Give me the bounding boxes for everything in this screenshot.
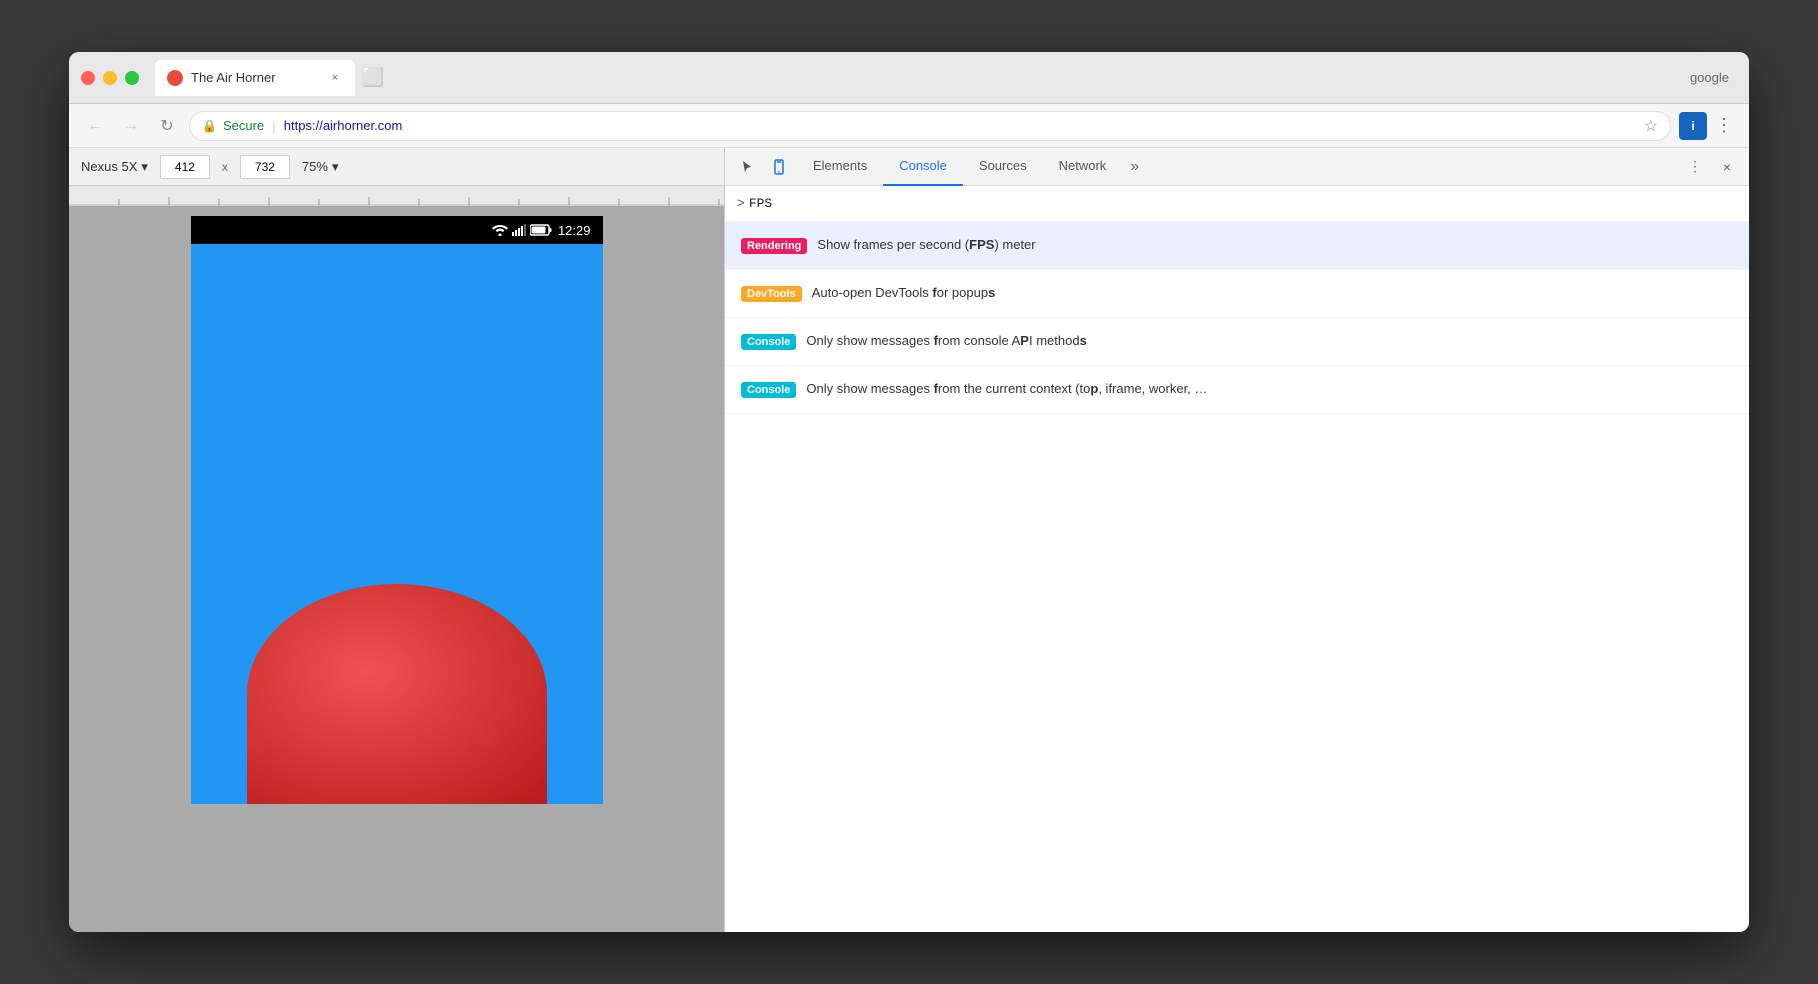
console-input-bar: > FPS [725, 186, 1749, 222]
tab-sources-label: Sources [979, 158, 1027, 173]
mobile-screen: 12:29 [69, 206, 724, 932]
tab-bar: The Air Horner × ⬜ [155, 60, 1690, 96]
tab-elements-label: Elements [813, 158, 867, 173]
tab-network-label: Network [1059, 158, 1107, 173]
tab-network[interactable]: Network [1043, 148, 1123, 186]
device-chevron-icon: ▾ [141, 159, 148, 175]
minimize-button[interactable] [103, 71, 117, 85]
airhorn-button[interactable] [247, 584, 547, 804]
devtools-badge: DevTools [741, 286, 802, 302]
forward-button[interactable]: → [117, 112, 145, 140]
autocomplete-item-text: Show frames per second (FPS) meter [817, 236, 1035, 254]
new-tab-button[interactable]: ⬜ [359, 64, 387, 92]
phone-status-bar: 12:29 [191, 216, 603, 244]
back-icon: ← [87, 117, 103, 135]
extension-label: i [1691, 119, 1694, 133]
height-input[interactable] [240, 155, 290, 179]
browser-viewport: Nexus 5X ▾ x 75% ▾ [69, 148, 724, 932]
devtools-dots-icon: ⋮ [1688, 158, 1702, 175]
devtools-close-icon: × [1723, 159, 1731, 175]
phone-frame: 12:29 [191, 216, 603, 804]
console-prompt: > [737, 196, 745, 211]
status-time: 12:29 [558, 223, 591, 238]
title-bar: The Air Horner × ⬜ google [69, 52, 1749, 104]
tab-console[interactable]: Console [883, 148, 963, 186]
devtools-menu-button[interactable]: ⋮ [1681, 153, 1709, 181]
wifi-icon [492, 224, 508, 236]
active-tab[interactable]: The Air Horner × [155, 60, 355, 96]
device-toolbar: Nexus 5X ▾ x 75% ▾ [69, 148, 724, 186]
autocomplete-item[interactable]: Console Only show messages from console … [725, 318, 1749, 366]
devtools-tabs: Elements Console Sources Network » [797, 148, 1677, 186]
zoom-value: 75% [302, 159, 328, 174]
cursor-icon [739, 159, 755, 175]
device-name: Nexus 5X [81, 159, 137, 174]
zoom-chevron-icon: ▾ [332, 159, 339, 175]
console-input[interactable]: FPS [749, 196, 1737, 211]
autocomplete-item-text: Only show messages from console API meth… [806, 332, 1086, 350]
console-area: > FPS Rendering Show frames per second (… [725, 186, 1749, 932]
device-emulation-button[interactable] [765, 153, 793, 181]
device-selector[interactable]: Nexus 5X ▾ [81, 159, 148, 175]
autocomplete-item[interactable]: DevTools Auto-open DevTools for popups [725, 270, 1749, 318]
traffic-lights [81, 71, 139, 85]
autocomplete-item-text: Only show messages from the current cont… [806, 380, 1207, 398]
status-icons [492, 224, 552, 236]
secure-label: Secure [223, 118, 264, 133]
menu-button[interactable]: ⋮ [1711, 111, 1737, 140]
inspect-element-button[interactable] [733, 153, 761, 181]
zoom-selector[interactable]: 75% ▾ [302, 159, 339, 175]
devtools-close-button[interactable]: × [1713, 153, 1741, 181]
browser-window: The Air Horner × ⬜ google ← → ↻ 🔒 Secure… [69, 52, 1749, 932]
ruler [69, 186, 724, 206]
close-button[interactable] [81, 71, 95, 85]
autocomplete-list: Rendering Show frames per second (FPS) m… [725, 222, 1749, 932]
tab-elements[interactable]: Elements [797, 148, 883, 186]
more-tabs-button[interactable]: » [1122, 158, 1147, 176]
bookmark-icon[interactable]: ☆ [1644, 116, 1658, 136]
more-tabs-icon: » [1130, 158, 1139, 175]
tab-favicon [167, 70, 183, 86]
nav-right-icons: i ⋮ [1679, 111, 1737, 140]
tab-sources[interactable]: Sources [963, 148, 1043, 186]
menu-dots-icon: ⋮ [1715, 115, 1733, 135]
devtools-actions: ⋮ × [1681, 153, 1741, 181]
battery-icon [530, 224, 552, 236]
new-tab-icon: ⬜ [362, 67, 384, 88]
extension-icon[interactable]: i [1679, 112, 1707, 140]
devtools-panel: Elements Console Sources Network » [724, 148, 1749, 932]
ruler-ticks [69, 186, 724, 205]
refresh-icon: ↻ [160, 116, 173, 136]
autocomplete-item-text: Auto-open DevTools for popups [812, 284, 996, 302]
lock-icon: 🔒 [202, 119, 217, 133]
url-text: https://airhorner.com [284, 118, 403, 133]
url-separator: | [272, 118, 276, 134]
tab-console-label: Console [899, 158, 947, 173]
address-bar[interactable]: 🔒 Secure | https://airhorner.com ☆ [189, 111, 1671, 141]
signal-icon [512, 224, 526, 236]
mobile-icon [771, 159, 787, 175]
tab-title: The Air Horner [191, 70, 319, 85]
rendering-badge: Rendering [741, 238, 807, 254]
console-badge: Console [741, 382, 796, 398]
nav-bar: ← → ↻ 🔒 Secure | https://airhorner.com ☆… [69, 104, 1749, 148]
width-input[interactable] [160, 155, 210, 179]
maximize-button[interactable] [125, 71, 139, 85]
refresh-button[interactable]: ↻ [153, 112, 181, 140]
dimension-x-label: x [222, 160, 228, 174]
devtools-header: Elements Console Sources Network » [725, 148, 1749, 186]
google-label: google [1690, 70, 1737, 85]
forward-icon: → [123, 117, 139, 135]
phone-app-content [191, 244, 603, 804]
back-button[interactable]: ← [81, 112, 109, 140]
tab-close-button[interactable]: × [327, 70, 343, 86]
autocomplete-item[interactable]: Console Only show messages from the curr… [725, 366, 1749, 414]
console-badge: Console [741, 334, 796, 350]
content-area: Nexus 5X ▾ x 75% ▾ [69, 148, 1749, 932]
autocomplete-item[interactable]: Rendering Show frames per second (FPS) m… [725, 222, 1749, 270]
